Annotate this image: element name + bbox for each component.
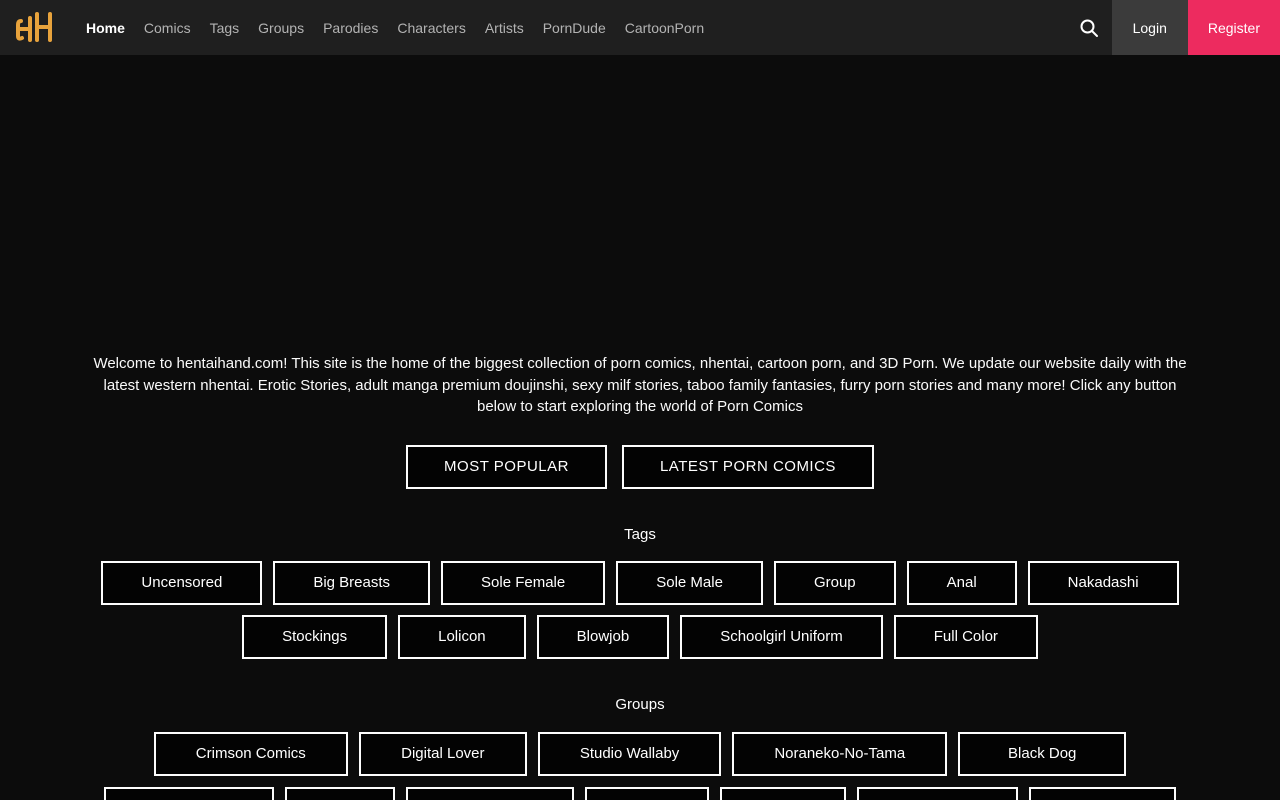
tag-button[interactable]: Sole Female — [441, 560, 606, 605]
tag-button[interactable]: Uncensored — [101, 560, 263, 605]
nav-link[interactable]: PornDude — [543, 20, 606, 36]
tag-button[interactable]: Anal — [906, 560, 1017, 605]
main-content: Welcome to hentaihand.com! This site is … — [0, 353, 1280, 800]
group-button[interactable]: Noraneko-No-Tama — [732, 731, 948, 776]
action-button[interactable]: LATEST PORN COMICS — [621, 444, 874, 489]
group-button[interactable] — [720, 786, 846, 800]
tag-button[interactable]: Nakadashi — [1027, 560, 1179, 605]
group-button[interactable] — [285, 786, 395, 800]
login-button[interactable]: Login — [1111, 0, 1188, 55]
nav-right: Login Register — [1066, 0, 1280, 55]
register-button[interactable]: Register — [1187, 0, 1280, 55]
group-button[interactable] — [857, 786, 1018, 800]
group-button[interactable]: Crimson Comics — [153, 731, 348, 776]
main-nav: Home Comics Tags Groups Parodies Characters Ar… — [86, 20, 704, 36]
groups-row-2-partial — [0, 786, 1280, 800]
nav-link[interactable]: Characters — [397, 20, 465, 36]
tag-button[interactable]: Stockings — [242, 614, 388, 659]
tags-row-1: Uncensored Big Breasts Sole Female Sole Mal… — [0, 560, 1280, 605]
group-button[interactable] — [585, 786, 709, 800]
group-button[interactable]: Studio Wallaby — [537, 731, 722, 776]
tag-button[interactable]: Group — [773, 560, 896, 605]
hh-logo-icon — [16, 11, 52, 42]
nav-link[interactable]: Parodies — [323, 20, 378, 36]
nav-link[interactable]: Comics — [144, 20, 191, 36]
action-button[interactable]: MOST POPULAR — [406, 444, 607, 489]
groups-row-1: Crimson Comics Digital Lover Studio Wallab… — [0, 731, 1280, 776]
navbar: Home Comics Tags Groups Parodies Characters Ar… — [0, 0, 1280, 55]
group-button[interactable] — [406, 786, 574, 800]
tags-heading: Tags — [624, 525, 656, 543]
group-button[interactable]: Digital Lover — [358, 731, 527, 776]
tags-row-2: Stockings Lolicon Blowjob Schoolgirl Unifor… — [0, 614, 1280, 659]
nav-link[interactable]: Groups — [258, 20, 304, 36]
site-logo[interactable] — [14, 9, 54, 47]
nav-link[interactable]: Tags — [210, 20, 240, 36]
groups-heading: Groups — [615, 695, 665, 713]
nav-link[interactable]: Artists — [485, 20, 524, 36]
nav-link[interactable]: CartoonPorn — [625, 20, 704, 36]
tag-button[interactable]: Big Breasts — [273, 560, 431, 605]
group-button[interactable] — [104, 786, 274, 800]
tag-button[interactable]: Blowjob — [536, 614, 670, 659]
nav-link[interactable]: Home — [86, 20, 125, 36]
group-button[interactable]: Black Dog — [958, 731, 1127, 776]
action-buttons-row: MOST POPULAR LATEST PORN COMICS — [0, 444, 1280, 489]
tag-button[interactable]: Schoolgirl Uniform — [680, 614, 883, 659]
group-button[interactable] — [1029, 786, 1176, 800]
tag-button[interactable]: Lolicon — [398, 614, 526, 659]
intro-text: Welcome to hentaihand.com! This site is … — [93, 355, 1187, 415]
tag-button[interactable]: Sole Male — [616, 560, 763, 605]
search-icon[interactable] — [1066, 0, 1112, 55]
tag-button[interactable]: Full Color — [893, 614, 1038, 659]
